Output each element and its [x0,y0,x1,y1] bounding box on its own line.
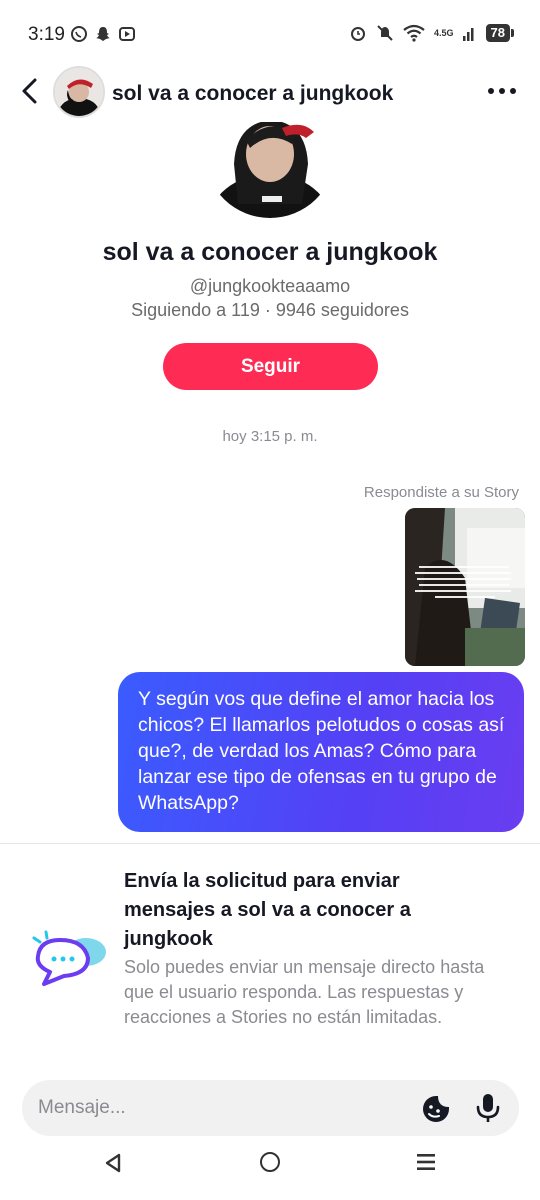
chat-bubbles-icon [32,930,106,986]
nav-recent-apps-icon[interactable] [416,1153,436,1171]
chat-title[interactable]: sol va a conocer a jungkook [112,82,393,106]
system-icons: 4.5G 78 [349,24,515,42]
microphone-icon[interactable] [475,1092,501,1124]
divider [0,843,540,844]
nav-back-icon[interactable] [102,1152,124,1174]
youtube-icon [119,27,135,41]
request-description: Solo puedes enviar un mensaje directo ha… [124,957,485,1027]
profile-handle: @jungkookteaaamo [189,276,351,296]
system-nav-bar [0,1144,540,1200]
mute-icon [377,25,393,41]
profile-stats: Siguiendo a 119 · 9946 seguidores [131,300,409,320]
profile-name: sol va a conocer a jungkook [102,238,438,266]
battery-level: 78 [485,24,515,42]
network-type: 4.5G [434,27,454,38]
story-thumbnail[interactable] [405,508,525,666]
sent-message-bubble[interactable]: Y según vos que define el amor hacia los… [118,672,524,832]
snapchat-icon [96,27,110,41]
alarm-icon [351,27,366,41]
message-timestamp: hoy 3:15 p. m. [222,428,318,445]
request-title: Envía la solicitud para enviar mensajes … [124,870,411,950]
more-horizontal-icon[interactable] [488,88,516,94]
signal-icon [462,28,474,41]
notification-icons [70,25,136,43]
story-reply-label: Respondiste a su Story [363,484,519,501]
nav-home-icon[interactable] [260,1152,280,1172]
chevron-left-icon[interactable] [18,76,42,106]
follow-button[interactable]: Seguir [163,343,378,390]
message-composer [22,1080,519,1136]
status-bar: 3:19 4.5G 78 [0,0,540,68]
status-time: 3:19 [28,24,65,45]
wifi-icon [403,24,425,42]
sticker-icon[interactable] [421,1094,451,1124]
chat-header: sol va a conocer a jungkook [0,66,540,122]
message-input[interactable] [38,1080,408,1136]
avatar[interactable] [53,66,105,118]
whatsapp-icon [71,26,87,42]
